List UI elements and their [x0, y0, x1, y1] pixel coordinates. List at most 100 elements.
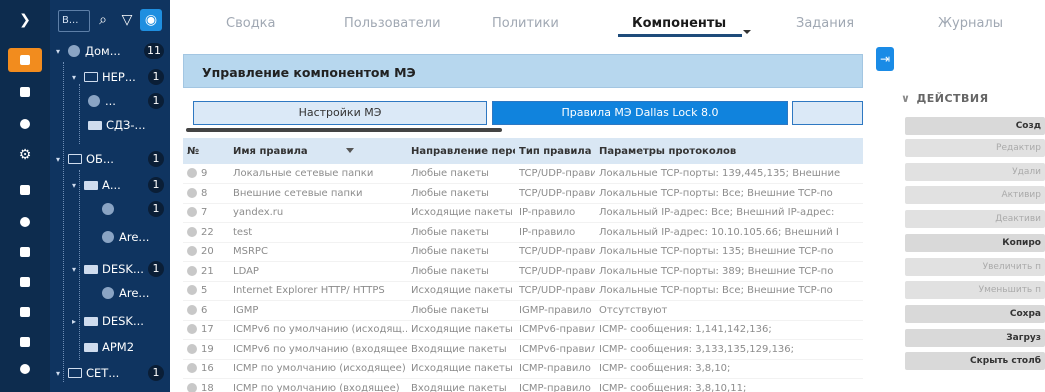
- expand-icon[interactable]: ▸: [72, 317, 84, 326]
- rule-type-cell: IGMP-правило: [515, 300, 595, 321]
- tree-node-count: 1: [148, 201, 164, 217]
- action-button[interactable]: Сохра: [905, 305, 1045, 323]
- action-button[interactable]: Загруз: [905, 329, 1045, 347]
- horizontal-scrollbar[interactable]: [186, 128, 502, 132]
- action-button[interactable]: Удали: [905, 163, 1045, 181]
- expand-icon[interactable]: ▾: [72, 265, 84, 274]
- table-row[interactable]: 22 test Любые пакеты IP-правило Локальный IP…: [183, 222, 863, 243]
- rule-params-cell: ICMP- сообщения: 3,8,10,11;: [595, 378, 863, 392]
- rule-status-icon: [187, 324, 197, 335]
- tab-users[interactable]: Пользователи: [344, 16, 441, 31]
- tree-node-count: 1: [148, 151, 164, 167]
- table-row[interactable]: 21 LDAPЛюбые пакетыTCP/UDP-правилоЛокальн…: [183, 261, 863, 282]
- column-header-num[interactable]: №: [183, 138, 229, 164]
- copy-icon[interactable]: [11, 240, 39, 264]
- column-header-direction[interactable]: Направление передачи: [407, 138, 515, 164]
- settings-icon[interactable]: ⚙: [11, 143, 39, 167]
- rule-type-cell: ICMPv6-правило: [515, 320, 595, 340]
- computers-icon[interactable]: [11, 80, 39, 104]
- tree-node[interactable]: APM2: [84, 336, 170, 358]
- action-button[interactable]: Активир: [905, 186, 1045, 204]
- rule-name-cell: LDAP: [229, 261, 407, 282]
- tree-node-label: DESK...: [102, 262, 144, 276]
- table-row[interactable]: 6 IGMP Любые пакеты IGMP-правило Отсутствуют: [183, 300, 863, 321]
- tree-node[interactable]: ▾ НЕР... 1: [72, 66, 170, 88]
- tree-node[interactable]: ▾ СЕТ... 1: [56, 362, 170, 384]
- tab-policies[interactable]: Политики: [492, 16, 559, 31]
- subtab-next[interactable]: [792, 101, 863, 125]
- column-header-type[interactable]: Тип правила: [515, 138, 595, 164]
- expand-icon[interactable]: ▾: [72, 73, 84, 82]
- sort-desc-icon[interactable]: [345, 148, 354, 153]
- table-row[interactable]: 17 ICMPv6 по умолчанию (исходящ... Исходящ…: [183, 320, 863, 340]
- tree-node[interactable]: ... 1: [88, 90, 170, 112]
- icon-sidebar: ❯ ⚙: [0, 0, 50, 392]
- table-row[interactable]: 8 Внешние сетевые папки Любые пакеты TCP/UD…: [183, 183, 863, 204]
- rule-number: 9: [201, 168, 208, 179]
- expand-icon[interactable]: ▾: [56, 155, 68, 164]
- tree-node[interactable]: ▾ DESK... 1: [72, 258, 170, 280]
- tab-tasks[interactable]: Задания: [796, 16, 854, 31]
- chevron-right-icon[interactable]: ❯: [11, 8, 39, 32]
- action-button[interactable]: Редактир: [905, 139, 1045, 157]
- expand-icon[interactable]: ▾: [56, 47, 68, 56]
- main-tabs: Сводка Пользователи Политики Компоненты …: [170, 0, 1045, 48]
- collapse-actions-button[interactable]: ⇥: [876, 47, 894, 71]
- tree-node[interactable]: Are...: [102, 282, 170, 304]
- tree-node[interactable]: Are...: [102, 226, 170, 248]
- action-button[interactable]: Копиро: [905, 234, 1045, 252]
- action-button[interactable]: Уменьшить п: [905, 281, 1045, 299]
- rule-number: 6: [201, 304, 208, 316]
- rule-name-cell: IGMP: [229, 300, 407, 321]
- eye-icon[interactable]: ◉: [140, 9, 162, 31]
- table-row[interactable]: 19 ICMPv6 по умолчанию (входящее) Входящие…: [183, 339, 863, 360]
- rule-name-cell: Локальные сетевые папки: [229, 164, 407, 184]
- action-button[interactable]: Деактиви: [905, 210, 1045, 228]
- network-icon[interactable]: [11, 178, 39, 202]
- gear-icon[interactable]: [11, 210, 39, 234]
- tree-node[interactable]: ▾ ОБ... 1: [56, 148, 170, 170]
- tab-logs[interactable]: Журналы: [938, 16, 1003, 31]
- rule-params-cell: Локальные TCP-порты: 135; Внешние TCP-по: [595, 242, 863, 262]
- tree-search-input[interactable]: В...: [58, 10, 90, 32]
- filter-icon[interactable]: ▽: [116, 9, 138, 31]
- action-button[interactable]: Увеличить п: [905, 258, 1045, 276]
- monitor-icon: [88, 120, 102, 130]
- table-row[interactable]: 9 Локальные сетевые папки Любые пакеты TCP/…: [183, 164, 863, 184]
- rule-direction-cell: Любые пакеты: [407, 242, 515, 262]
- rule-number: 16: [201, 363, 214, 375]
- column-header-params[interactable]: Параметры протоколов: [595, 138, 863, 164]
- table-row[interactable]: 16 ICMP по умолчанию (исходящее) Исходящие…: [183, 359, 863, 379]
- table-row[interactable]: 7 yandex.ru Исходящие пакеты IP-правило Лока…: [183, 203, 863, 223]
- computer-icon: [88, 95, 100, 107]
- tab-components[interactable]: Компоненты: [632, 16, 726, 31]
- subtab-fw-settings[interactable]: Настройки МЭ: [193, 101, 487, 125]
- table-row[interactable]: 5 Internet Explorer HTTP/ HTTPS Исходящие …: [183, 281, 863, 301]
- monitor-icon[interactable]: [11, 270, 39, 294]
- tree-node[interactable]: ▾ А... 1: [72, 174, 170, 196]
- tree-node[interactable]: ▾ Дом... 11: [56, 40, 170, 62]
- actions-header[interactable]: ∨ ДЕЙСТВИЯ: [901, 92, 989, 105]
- tab-summary[interactable]: Сводка: [226, 16, 276, 31]
- tree-node[interactable]: 1: [102, 198, 170, 220]
- document-icon[interactable]: [11, 330, 39, 354]
- expand-icon[interactable]: ▾: [56, 369, 68, 378]
- components-icon[interactable]: [8, 48, 42, 72]
- action-button[interactable]: Созд: [905, 117, 1045, 135]
- search-icon[interactable]: ⌕: [92, 9, 114, 31]
- table-row[interactable]: 18 ICMP по умолчанию (входящее) Входящие п…: [183, 378, 863, 392]
- table-row[interactable]: 20 MSRPCЛюбые пакетыTCP/UDP-правилоЛокаль…: [183, 242, 863, 262]
- tree-node[interactable]: ▸ DESK...: [72, 310, 170, 332]
- subtab-fw-rules[interactable]: Правила МЭ Dallas Lock 8.0: [492, 101, 788, 125]
- tab-dropdown-icon[interactable]: [743, 30, 751, 34]
- tree-node[interactable]: СДЗ-...: [88, 114, 170, 136]
- rule-number-cell: 17: [183, 320, 229, 340]
- action-button[interactable]: Скрыть столб: [905, 352, 1045, 370]
- badge-icon[interactable]: [11, 300, 39, 324]
- expand-icon[interactable]: ▾: [72, 181, 84, 190]
- info-icon[interactable]: [11, 357, 39, 381]
- rule-status-icon: [187, 207, 197, 218]
- column-header-name[interactable]: Имя правила: [229, 138, 407, 164]
- shield-icon[interactable]: [11, 112, 39, 136]
- rule-direction-cell: Любые пакеты: [407, 222, 515, 243]
